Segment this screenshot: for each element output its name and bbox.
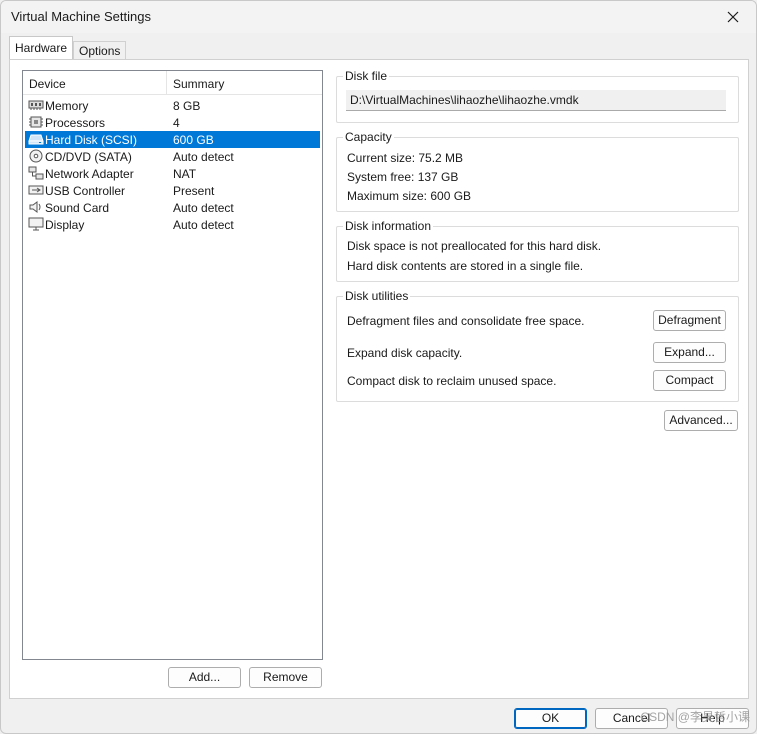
device-name: Hard Disk (SCSI) <box>45 133 138 147</box>
close-icon <box>727 11 739 23</box>
hardware-panel: Device Summary Memory 8 GB Processors 4 … <box>9 59 749 699</box>
device-summary: NAT <box>173 167 197 181</box>
device-name: Memory <box>45 99 89 113</box>
processor-icon <box>29 116 43 128</box>
disk-information-group: Disk information Disk space is not preal… <box>336 219 739 282</box>
tab-options[interactable]: Options <box>73 41 127 60</box>
add-device-button[interactable]: Add... <box>168 667 241 688</box>
device-row-processors[interactable]: Processors 4 <box>25 114 320 131</box>
device-summary: Auto detect <box>173 218 234 232</box>
usb-icon <box>28 185 44 195</box>
device-row-display[interactable]: Display Auto detect <box>25 216 320 233</box>
device-row-network-adapter[interactable]: Network Adapter NAT <box>25 165 320 182</box>
defragment-button[interactable]: Defragment <box>653 310 726 331</box>
disk-file-group: Disk file D:\VirtualMachines\lihaozhe\li… <box>336 69 739 123</box>
device-summary: Present <box>173 184 215 198</box>
column-header-device[interactable]: Device <box>29 77 66 91</box>
speaker-icon <box>29 201 41 213</box>
expand-button[interactable]: Expand... <box>653 342 726 363</box>
device-summary: 600 GB <box>173 133 214 147</box>
device-row-hard-disk[interactable]: Hard Disk (SCSI) 600 GB <box>25 131 320 148</box>
system-free-text: System free: 137 GB <box>347 170 459 184</box>
capacity-legend: Capacity <box>343 130 394 144</box>
disk-information-legend: Disk information <box>343 219 434 233</box>
vm-settings-window: Virtual Machine Settings Hardware Option… <box>0 0 757 734</box>
column-header-summary[interactable]: Summary <box>173 77 224 91</box>
hard-disk-icon <box>28 134 44 145</box>
disk-utilities-legend: Disk utilities <box>343 289 411 303</box>
close-button[interactable] <box>710 1 756 33</box>
column-separator[interactable] <box>166 71 167 95</box>
device-name: Processors <box>45 116 106 130</box>
defragment-description: Defragment files and consolidate free sp… <box>347 314 585 328</box>
device-summary: 4 <box>173 116 180 130</box>
disk-file-legend: Disk file <box>343 69 390 83</box>
compact-description: Compact disk to reclaim unused space. <box>347 374 557 388</box>
watermark-text: CSDN @李昊哲小课 <box>640 710 750 724</box>
disk-info-line-1: Disk space is not preallocated for this … <box>347 239 602 253</box>
cd-dvd-icon <box>29 149 43 163</box>
tab-hardware[interactable]: Hardware <box>9 36 74 59</box>
expand-description: Expand disk capacity. <box>347 346 463 360</box>
disk-utilities-group: Disk utilities Defragment files and cons… <box>336 289 739 402</box>
advanced-button[interactable]: Advanced... <box>664 410 738 431</box>
disk-file-path-field[interactable]: D:\VirtualMachines\lihaozhe\lihaozhe.vmd… <box>346 90 726 111</box>
tab-strip: Hardware Options <box>9 36 127 60</box>
network-adapter-icon <box>28 166 44 180</box>
device-list[interactable]: Device Summary Memory 8 GB Processors 4 … <box>22 70 323 660</box>
compact-button[interactable]: Compact <box>653 370 726 391</box>
device-row-usb-controller[interactable]: USB Controller Present <box>25 182 320 199</box>
device-name: Network Adapter <box>45 167 134 181</box>
memory-icon <box>28 100 44 110</box>
window-title: Virtual Machine Settings <box>11 9 151 24</box>
device-name: Display <box>45 218 85 232</box>
remove-device-button[interactable]: Remove <box>249 667 322 688</box>
device-summary: 8 GB <box>173 99 201 113</box>
capacity-group: Capacity Current size: 75.2 MB System fr… <box>336 130 739 212</box>
ok-button[interactable]: OK <box>514 708 587 729</box>
device-summary: Auto detect <box>173 150 234 164</box>
device-row-sound-card[interactable]: Sound Card Auto detect <box>25 199 320 216</box>
disk-info-line-2: Hard disk contents are stored in a singl… <box>347 259 584 273</box>
monitor-icon <box>28 217 44 231</box>
device-name: Sound Card <box>45 201 110 215</box>
device-name: CD/DVD (SATA) <box>45 150 132 164</box>
current-size-text: Current size: 75.2 MB <box>347 151 464 165</box>
title-bar: Virtual Machine Settings <box>1 1 756 33</box>
device-row-memory[interactable]: Memory 8 GB <box>25 97 320 114</box>
device-name: USB Controller <box>45 184 126 198</box>
device-row-cd-dvd[interactable]: CD/DVD (SATA) Auto detect <box>25 148 320 165</box>
device-list-header: Device Summary <box>23 71 322 95</box>
device-summary: Auto detect <box>173 201 234 215</box>
maximum-size-text: Maximum size: 600 GB <box>347 189 472 203</box>
